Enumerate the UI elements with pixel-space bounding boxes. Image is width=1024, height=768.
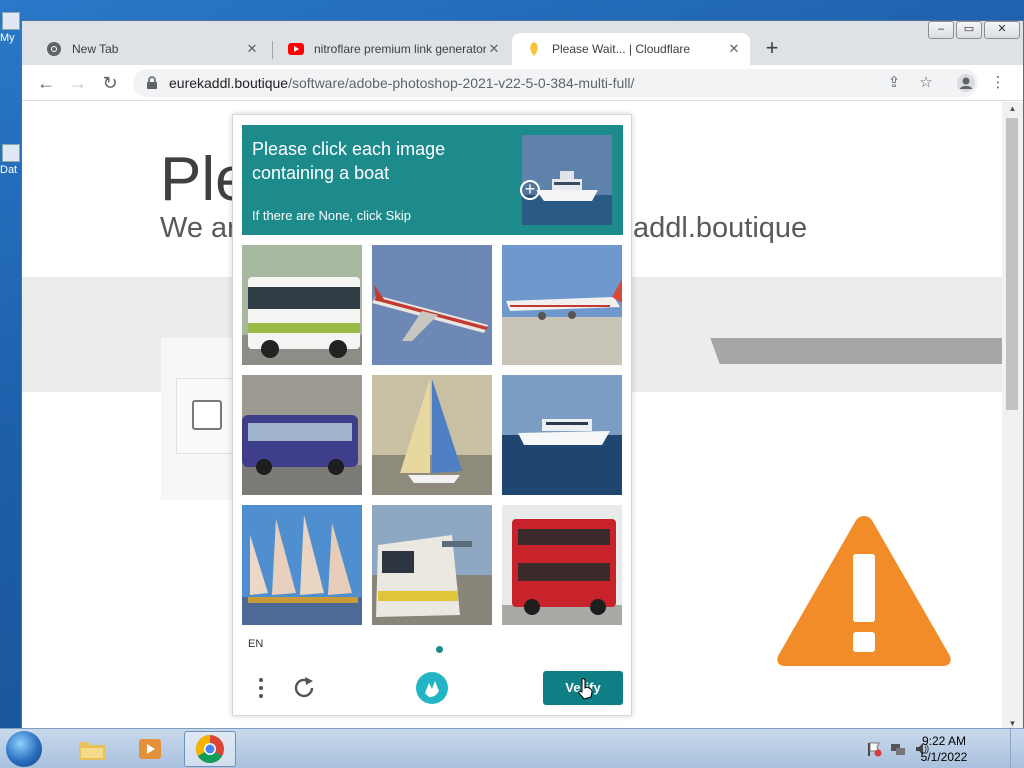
taskbar-chrome[interactable]	[184, 731, 236, 767]
cloudflare-icon	[526, 41, 542, 57]
network-icon[interactable]	[890, 741, 906, 757]
tile-4[interactable]	[242, 375, 362, 495]
airplane-image	[502, 245, 622, 365]
tile-7[interactable]	[242, 505, 362, 625]
bookmark-star-icon[interactable]: ☆	[912, 69, 940, 97]
close-window-button[interactable]: ✕	[984, 21, 1020, 39]
url-path: /software/adobe-photoshop-2021-v22-5-0-3…	[288, 75, 635, 91]
folder-icon	[2, 144, 20, 162]
clock-date: 5/1/2022	[920, 750, 968, 764]
tile-3[interactable]	[502, 245, 622, 365]
profile-avatar-icon[interactable]	[952, 69, 980, 97]
refresh-challenge-icon[interactable]	[291, 675, 317, 701]
taskbar: 9:22 AM 5/1/2022	[0, 728, 1024, 768]
chrome-icon	[196, 735, 224, 763]
tile-8[interactable]	[372, 505, 492, 625]
double-decker-bus-image	[502, 505, 622, 625]
maximize-button[interactable]: ▭	[956, 21, 982, 39]
browser-toolbar: ← → ↻ eurekaddl.boutique/software/adobe-…	[22, 65, 1023, 101]
vertical-scrollbar[interactable]: ▲ ▼	[1002, 102, 1023, 729]
page-host: addl.boutique	[633, 212, 808, 244]
prompt-text: Please click each image containing a boa…	[252, 139, 446, 183]
tile-6[interactable]	[502, 375, 622, 495]
menu-dots-icon[interactable]	[251, 675, 271, 701]
page-subheading: We ar	[160, 212, 237, 244]
tile-2[interactable]	[372, 245, 492, 365]
bus-image	[242, 245, 362, 365]
new-tab-button[interactable]: +	[760, 37, 784, 61]
start-button[interactable]	[6, 731, 42, 767]
airplane-image	[372, 245, 492, 365]
example-boat-image	[522, 135, 612, 225]
reload-icon[interactable]: ↻	[98, 71, 122, 95]
youtube-icon	[288, 41, 304, 57]
tab-nitroflare[interactable]: nitroflare premium link generator ✕	[274, 33, 510, 65]
captcha-prompt: Please click each image containing a boa…	[242, 125, 623, 235]
chrome-icon	[46, 41, 62, 57]
action-center-flag-icon[interactable]	[866, 741, 882, 757]
scroll-up-icon[interactable]: ▲	[1002, 102, 1023, 116]
computer-icon	[2, 12, 20, 30]
desktop-icon-label: My	[0, 32, 15, 44]
human-checkbox[interactable]	[192, 400, 222, 430]
tab-title: Please Wait... | Cloudflare	[552, 42, 691, 56]
address-bar[interactable]: eurekaddl.boutique/software/adobe-photos…	[133, 69, 978, 97]
zoom-example-icon[interactable]: +	[520, 180, 540, 200]
lock-icon	[147, 76, 157, 89]
close-icon[interactable]: ✕	[726, 41, 742, 57]
desktop-icon-computer[interactable]: My	[0, 12, 22, 44]
system-clock[interactable]: 9:22 AM 5/1/2022	[914, 733, 974, 765]
train-image	[372, 505, 492, 625]
sailboat-image	[372, 375, 492, 495]
warning-icon	[777, 516, 951, 666]
close-icon[interactable]: ✕	[486, 41, 502, 57]
scrollbar-thumb[interactable]	[1006, 118, 1018, 410]
share-icon[interactable]: ⇪	[880, 69, 908, 97]
progress-band	[727, 338, 1004, 364]
close-icon[interactable]: ✕	[244, 41, 260, 57]
yacht-image	[502, 375, 622, 495]
clock-time: 9:22 AM	[921, 734, 967, 748]
desktop-icon-label: Dat	[0, 164, 18, 176]
tile-5[interactable]	[372, 375, 492, 495]
hand-cursor-icon	[578, 678, 593, 700]
language-selector[interactable]: EN	[248, 638, 263, 650]
tab-strip: New Tab ✕ nitroflare premium link genera…	[22, 21, 1023, 65]
tab-separator	[272, 41, 273, 59]
captcha-challenge: Please click each image containing a boa…	[232, 114, 632, 716]
tab-title: New Tab	[72, 42, 119, 56]
tab-new-tab[interactable]: New Tab ✕	[32, 33, 268, 65]
taskbar-explorer[interactable]	[66, 731, 118, 767]
sailing-ship-image	[242, 505, 362, 625]
folder-icon	[79, 742, 105, 760]
desktop-icon-data[interactable]: Dat	[0, 144, 22, 176]
tile-1[interactable]	[242, 245, 362, 365]
image-grid	[242, 245, 623, 626]
kebab-menu-icon[interactable]: ⋮	[984, 69, 1012, 97]
minimize-button[interactable]: –	[928, 21, 954, 39]
back-arrow-icon[interactable]: ←	[34, 71, 58, 95]
tab-cloudflare[interactable]: Please Wait... | Cloudflare ✕	[512, 33, 750, 65]
tile-9[interactable]	[502, 505, 622, 625]
bus-image	[242, 375, 362, 495]
forward-arrow-icon[interactable]: →	[66, 71, 90, 95]
prompt-hint: If there are None, click Skip	[252, 208, 411, 223]
url-host: eurekaddl.boutique	[169, 75, 289, 91]
tab-title: nitroflare premium link generator	[314, 42, 486, 56]
media-player-icon	[139, 739, 161, 759]
hcaptcha-logo-icon	[416, 672, 448, 704]
taskbar-media-player[interactable]	[124, 731, 176, 767]
page-indicator-dot	[436, 646, 443, 653]
show-desktop-button[interactable]	[1010, 729, 1024, 768]
